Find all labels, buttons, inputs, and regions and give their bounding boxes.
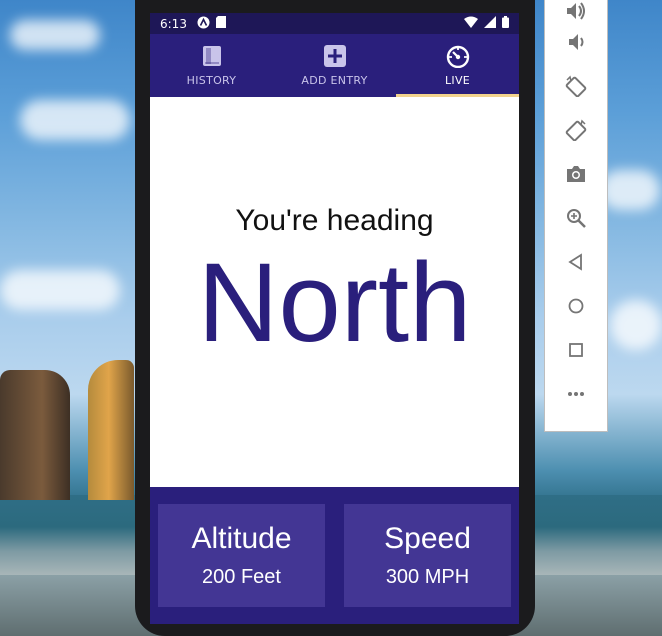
cloud — [20, 100, 130, 140]
overview-button[interactable] — [556, 330, 596, 374]
cloud — [600, 170, 660, 210]
speed-title: Speed — [384, 522, 471, 555]
tab-indicator — [396, 94, 519, 97]
volume-down-icon — [565, 31, 587, 57]
more-button[interactable] — [556, 374, 596, 418]
rock-right — [88, 360, 134, 500]
rotate-right-button[interactable] — [556, 110, 596, 154]
speed-card: Speed 300 MPH — [344, 504, 511, 607]
sd-card-icon — [215, 16, 226, 31]
tab-label: HISTORY — [186, 74, 237, 87]
live-content: You're heading North — [150, 97, 519, 500]
altitude-value: 200 Feet — [202, 566, 281, 588]
screenshot-button[interactable] — [556, 154, 596, 198]
rotate-right-icon — [565, 119, 587, 145]
status-right-icons — [464, 16, 509, 31]
plus-square-icon — [323, 44, 347, 68]
speed-value: 300 MPH — [385, 566, 470, 588]
back-button[interactable] — [556, 242, 596, 286]
emulator-toolbar — [544, 0, 608, 432]
cloud — [10, 20, 100, 50]
zoom-button[interactable] — [556, 198, 596, 242]
altitude-card: Altitude 200 Feet — [158, 504, 325, 607]
book-icon — [200, 44, 224, 68]
status-bar: 6:13 — [150, 13, 519, 34]
wifi-icon — [464, 16, 478, 31]
altitude-title: Altitude — [191, 522, 292, 555]
tab-live[interactable]: LIVE — [396, 34, 519, 97]
signal-icon — [484, 16, 496, 31]
tab-add-entry[interactable]: ADD ENTRY — [273, 34, 396, 97]
volume-up-button[interactable] — [556, 0, 596, 22]
home-icon — [565, 295, 587, 321]
volume-down-button[interactable] — [556, 22, 596, 66]
tab-label: LIVE — [444, 74, 471, 87]
direction-value: North — [197, 240, 472, 365]
home-button[interactable] — [556, 286, 596, 330]
phone-screen: 6:13 HISTORY ADD ENTRY LIVE You're headi… — [150, 13, 519, 624]
expo-icon — [197, 16, 210, 32]
cloud — [610, 300, 662, 350]
tab-history[interactable]: HISTORY — [150, 34, 273, 97]
rotate-left-icon — [565, 75, 587, 101]
status-time: 6:13 — [160, 16, 187, 31]
camera-icon — [565, 163, 587, 189]
stats-panel: Altitude 200 Feet Speed 300 MPH — [150, 487, 519, 624]
speedometer-icon — [446, 44, 470, 69]
tab-bar: HISTORY ADD ENTRY LIVE — [150, 34, 519, 97]
back-icon — [565, 251, 587, 277]
more-icon — [565, 383, 587, 409]
overview-icon — [565, 339, 587, 365]
zoom-icon — [565, 207, 587, 233]
rock-left — [0, 370, 70, 500]
battery-icon — [502, 16, 509, 31]
rotate-left-button[interactable] — [556, 66, 596, 110]
tab-label: ADD ENTRY — [301, 74, 368, 87]
cloud — [0, 270, 120, 310]
heading-label: You're heading — [235, 204, 434, 237]
